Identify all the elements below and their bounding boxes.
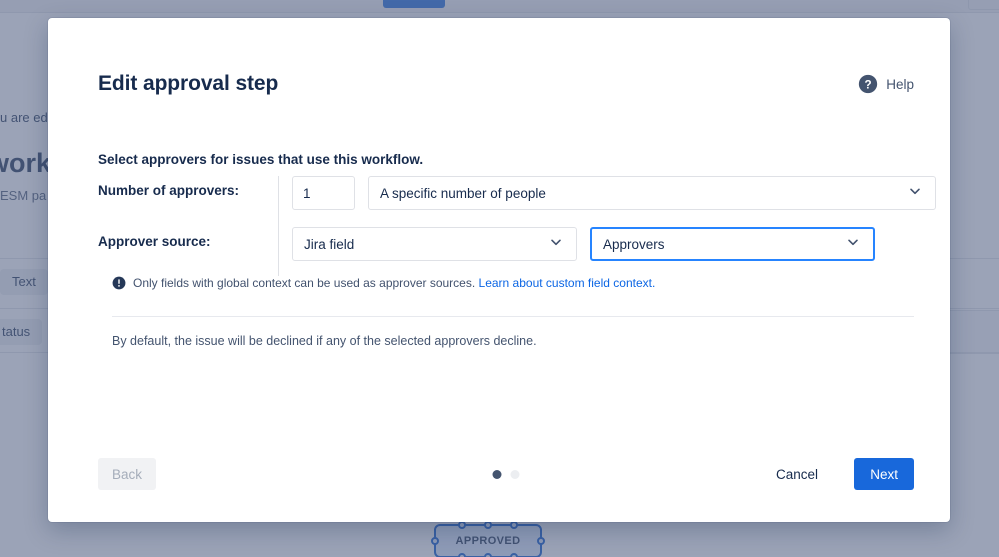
approver-source-label: Approver source: (98, 234, 211, 249)
form-horizontal-divider (112, 316, 914, 317)
hint-text-wrapper: Only fields with global context can be u… (133, 275, 655, 291)
screen: u are edi workfl ESM pa Text tatus APPRO… (0, 0, 999, 557)
back-button[interactable]: Back (98, 458, 157, 490)
approver-source-type-value: Jira field (304, 236, 355, 252)
next-button[interactable]: Next (854, 458, 914, 490)
help-button[interactable]: ? Help (858, 74, 914, 94)
approver-field-value: Approvers (603, 236, 665, 252)
approver-source-type-select[interactable]: Jira field (292, 227, 577, 261)
dialog-header: Edit approval step ? Help (48, 18, 950, 138)
svg-text:?: ? (865, 78, 872, 91)
form-row-approver-source: Approver source: Jira field Approvers (98, 227, 914, 261)
approver-count-type-value: A specific number of people (380, 185, 546, 201)
help-label: Help (886, 76, 914, 92)
number-of-approvers-fields: A specific number of people (278, 176, 936, 210)
form-row-number-of-approvers: Number of approvers: A specific number o… (98, 176, 936, 210)
approver-source-fields: Jira field Approvers (278, 227, 875, 261)
approver-source-hint: Only fields with global context can be u… (112, 275, 655, 295)
chevron-down-icon (907, 183, 935, 204)
approver-field-select[interactable]: Approvers (590, 227, 875, 261)
hint-text: Only fields with global context can be u… (133, 276, 476, 290)
chevron-down-icon (548, 234, 576, 255)
custom-field-context-link[interactable]: Learn about custom field context. (479, 276, 656, 290)
edit-approval-step-dialog: Edit approval step ? Help Select approve… (48, 18, 950, 522)
number-of-approvers-input[interactable] (292, 176, 355, 210)
decline-note: By default, the issue will be declined i… (112, 334, 537, 348)
number-of-approvers-label: Number of approvers: (98, 183, 240, 198)
chevron-down-icon (845, 234, 873, 255)
dialog-title: Edit approval step (98, 72, 279, 95)
question-circle-icon: ? (858, 74, 878, 94)
cancel-button[interactable]: Cancel (766, 458, 828, 490)
dialog-subtitle: Select approvers for issues that use thi… (98, 152, 424, 167)
step-dot-1[interactable] (492, 470, 502, 479)
step-dot-2[interactable] (510, 470, 520, 479)
info-circle-icon (112, 275, 126, 295)
step-indicator (492, 470, 520, 479)
dialog-footer: Back Cancel Next (98, 430, 914, 522)
approver-count-type-select[interactable]: A specific number of people (368, 176, 936, 210)
